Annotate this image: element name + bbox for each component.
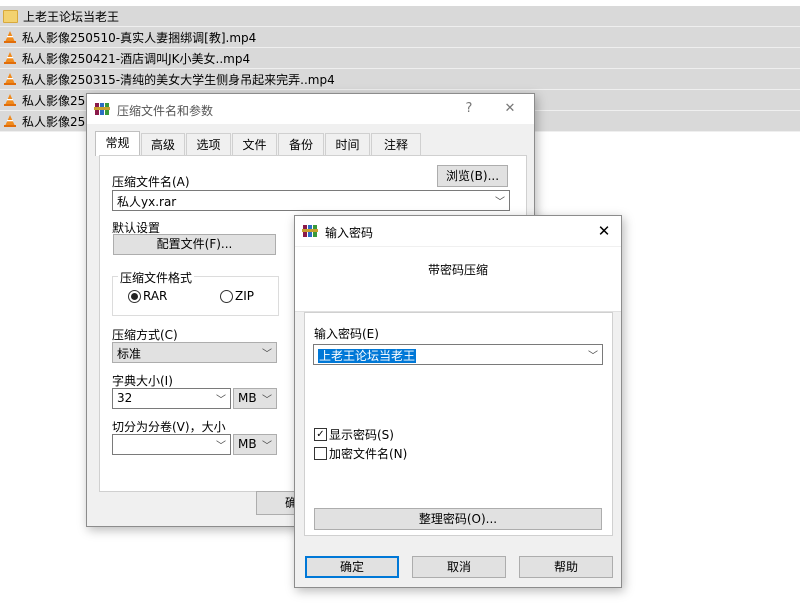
dict-size-value: 32 xyxy=(117,391,133,405)
file-name: 私人影像250 xyxy=(22,93,93,108)
format-label: 压缩文件格式 xyxy=(118,269,195,286)
password-input[interactable]: 上老王论坛当老王 ﹀ xyxy=(313,344,603,365)
help-button[interactable]: 帮助 xyxy=(519,556,613,578)
password-label: 输入密码(E) xyxy=(314,327,379,341)
winrar-icon xyxy=(302,223,318,239)
encrypt-names-label: 加密文件名(N) xyxy=(329,447,408,461)
archive-name-combo[interactable]: 私人yx.rar ﹀ xyxy=(112,190,510,211)
radio-rar[interactable] xyxy=(128,290,141,303)
organize-passwords-button[interactable]: 整理密码(O)... xyxy=(314,508,602,530)
tab-time[interactable]: 时间 xyxy=(325,133,370,155)
tab-files[interactable]: 文件 xyxy=(232,133,277,155)
chevron-down-icon[interactable]: ﹀ xyxy=(262,437,272,452)
file-row-folder[interactable]: 上老王论坛当老王 xyxy=(0,6,800,27)
close-icon[interactable]: ✕ xyxy=(593,221,615,241)
tab-comment[interactable]: 注释 xyxy=(371,133,421,155)
file-row[interactable]: 私人影像250315-清纯的美女大学生侧身吊起来完弄..mp4 xyxy=(0,69,800,90)
chevron-down-icon[interactable]: ﹀ xyxy=(216,391,226,406)
profiles-button[interactable]: 配置文件(F)... xyxy=(113,234,276,255)
vlc-icon xyxy=(3,30,17,44)
encrypt-names-checkbox[interactable] xyxy=(314,447,327,460)
chevron-down-icon[interactable]: ﹀ xyxy=(262,345,272,360)
method-select[interactable]: 标准 ﹀ xyxy=(112,342,277,363)
format-rar-label: RAR xyxy=(143,289,168,303)
chevron-down-icon[interactable]: ﹀ xyxy=(216,437,226,452)
archive-dialog-title: 压缩文件名和参数 xyxy=(117,104,214,118)
method-value: 标准 xyxy=(117,347,142,361)
chevron-down-icon[interactable]: ﹀ xyxy=(588,347,598,362)
show-password-checkbox[interactable]: ✓ xyxy=(314,428,327,441)
password-heading: 带密码压缩 xyxy=(428,263,489,277)
password-value: 上老王论坛当老王 xyxy=(318,349,417,363)
radio-zip[interactable] xyxy=(220,290,233,303)
chevron-down-icon[interactable]: ﹀ xyxy=(262,391,272,406)
password-dialog-title: 输入密码 xyxy=(325,226,374,240)
file-name: 私人影像250510-真实人妻捆绑调[教].mp4 xyxy=(22,30,257,45)
tab-options[interactable]: 选项 xyxy=(186,133,231,155)
ok-button[interactable]: 确 xyxy=(256,491,296,515)
ok-button[interactable]: 确定 xyxy=(305,556,399,578)
chevron-down-icon[interactable]: ﹀ xyxy=(495,193,505,208)
dict-unit-select[interactable]: MB ﹀ xyxy=(233,388,277,409)
file-name: 私人影像250315-清纯的美女大学生侧身吊起来完弄..mp4 xyxy=(22,72,335,87)
cancel-button[interactable]: 取消 xyxy=(412,556,506,578)
file-name: 私人影像250421-酒店调叫JK小美女..mp4 xyxy=(22,51,251,66)
split-size-combo[interactable]: ﹀ xyxy=(112,434,231,455)
dict-size-combo[interactable]: 32 ﹀ xyxy=(112,388,231,409)
password-dialog: 输入密码 ✕ 带密码压缩 输入密码(E) 上老王论坛当老王 ﹀ ✓ 显示密码(S… xyxy=(294,215,622,588)
vlc-icon xyxy=(3,93,17,107)
vlc-icon xyxy=(3,114,17,128)
format-zip-label: ZIP xyxy=(235,289,254,303)
dict-unit-value: MB xyxy=(238,391,257,405)
tab-backup[interactable]: 备份 xyxy=(278,133,324,155)
password-dialog-titlebar[interactable]: 输入密码 ✕ xyxy=(295,216,621,246)
tab-advanced[interactable]: 高级 xyxy=(141,133,185,155)
vlc-icon xyxy=(3,51,17,65)
file-name: 上老王论坛当老王 xyxy=(23,9,120,24)
show-password-label: 显示密码(S) xyxy=(329,428,394,442)
password-value-wrap: 上老王论坛当老王 xyxy=(318,347,417,364)
archive-name-value: 私人yx.rar xyxy=(117,195,177,209)
archive-dialog-titlebar[interactable]: 压缩文件名和参数 ? ✕ xyxy=(87,94,534,124)
split-unit-value: MB xyxy=(238,437,257,451)
close-icon[interactable]: ✕ xyxy=(499,99,521,119)
tab-general[interactable]: 常规 xyxy=(95,131,140,156)
vlc-icon xyxy=(3,72,17,86)
help-icon[interactable]: ? xyxy=(458,99,480,119)
file-row[interactable]: 私人影像250421-酒店调叫JK小美女..mp4 xyxy=(0,48,800,69)
winrar-icon xyxy=(94,101,110,117)
split-unit-select[interactable]: MB ﹀ xyxy=(233,434,277,455)
password-header: 带密码压缩 xyxy=(295,247,621,312)
split-label: 切分为分卷(V)，大小 xyxy=(112,420,226,434)
method-label: 压缩方式(C) xyxy=(112,328,178,342)
browse-button[interactable]: 浏览(B)... xyxy=(437,165,508,187)
dict-label: 字典大小(I) xyxy=(112,374,173,388)
folder-icon xyxy=(3,9,18,23)
archive-name-label: 压缩文件名(A) xyxy=(112,175,190,189)
file-name: 私人影像250 xyxy=(22,114,93,129)
file-row[interactable]: 私人影像250510-真实人妻捆绑调[教].mp4 xyxy=(0,27,800,48)
